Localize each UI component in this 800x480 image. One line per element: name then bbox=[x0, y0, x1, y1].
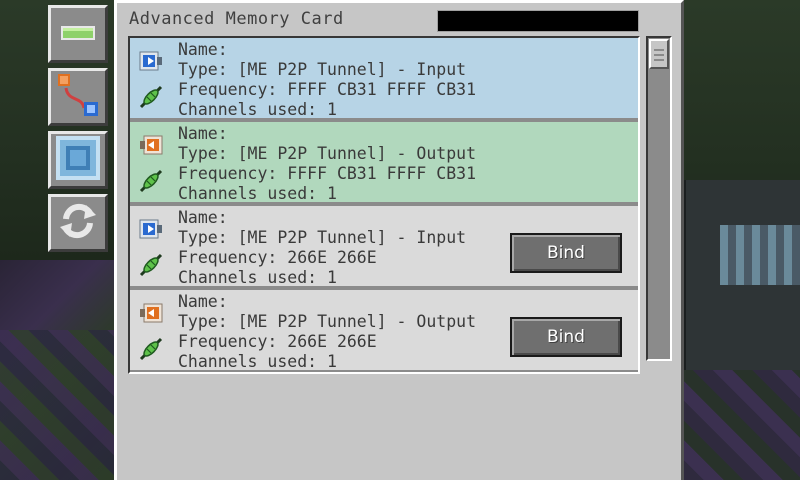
entry-frequency: Frequency: 266E 266E bbox=[178, 332, 377, 351]
link-mode-button[interactable] bbox=[48, 68, 108, 126]
bind-button[interactable]: Bind bbox=[510, 317, 622, 357]
tunnel-entry[interactable]: Name: Type: [ME P2P Tunnel] - Input Freq… bbox=[130, 38, 638, 120]
entry-type: Type: [ME P2P Tunnel] - Input bbox=[178, 60, 467, 79]
tunnel-entry[interactable]: Name: Type: [ME P2P Tunnel] - Output Fre… bbox=[130, 122, 638, 204]
tunnel-output-icon bbox=[139, 134, 163, 156]
frequency-icon bbox=[138, 84, 164, 110]
entry-type: Type: [ME P2P Tunnel] - Input bbox=[178, 228, 467, 247]
entry-channels: Channels used: 1 bbox=[178, 184, 337, 203]
p2p-link-icon bbox=[54, 70, 102, 124]
tunnel-input-icon bbox=[139, 218, 163, 240]
bar-icon bbox=[61, 25, 95, 44]
frequency-icon bbox=[138, 252, 164, 278]
entry-name: Name: bbox=[178, 40, 228, 59]
entry-type: Type: [ME P2P Tunnel] - Output bbox=[178, 312, 477, 331]
name-input[interactable] bbox=[437, 10, 639, 32]
terrain-block bbox=[0, 330, 115, 480]
entry-text: Name: Type: [ME P2P Tunnel] - Input Freq… bbox=[178, 208, 466, 288]
refresh-button[interactable] bbox=[48, 194, 108, 252]
machine-block bbox=[720, 225, 800, 285]
tunnel-list: Name: Type: [ME P2P Tunnel] - Input Freq… bbox=[128, 36, 640, 374]
entry-channels: Channels used: 1 bbox=[178, 268, 337, 287]
bind-button[interactable]: Bind bbox=[510, 233, 622, 273]
refresh-arrows-icon bbox=[56, 199, 100, 247]
entry-frequency: Frequency: FFFF CB31 FFFF CB31 bbox=[178, 80, 477, 99]
entry-name: Name: bbox=[178, 292, 228, 311]
entry-name: Name: bbox=[178, 208, 228, 227]
frequency-icon bbox=[138, 168, 164, 194]
tunnel-entry[interactable]: Name: Type: [ME P2P Tunnel] - Output Fre… bbox=[130, 290, 638, 372]
clear-button[interactable] bbox=[48, 5, 108, 63]
entry-channels: Channels used: 1 bbox=[178, 352, 337, 371]
tunnel-entry[interactable]: Name: Type: [ME P2P Tunnel] - Input Freq… bbox=[130, 206, 638, 288]
tunnel-output-icon bbox=[139, 302, 163, 324]
frequency-icon bbox=[138, 336, 164, 362]
memory-card-panel: Advanced Memory Card Name: Type: [ME P2P… bbox=[114, 0, 684, 480]
entry-name: Name: bbox=[178, 124, 228, 143]
scrollbar-thumb[interactable] bbox=[649, 39, 669, 69]
entry-text: Name: Type: [ME P2P Tunnel] - Input Freq… bbox=[178, 40, 476, 120]
entry-text: Name: Type: [ME P2P Tunnel] - Output Fre… bbox=[178, 124, 476, 204]
panel-title: Advanced Memory Card bbox=[129, 9, 344, 29]
glass-block-icon bbox=[56, 136, 100, 184]
entry-type: Type: [ME P2P Tunnel] - Output bbox=[178, 144, 477, 163]
entry-frequency: Frequency: 266E 266E bbox=[178, 248, 377, 267]
entry-channels: Channels used: 1 bbox=[178, 100, 337, 119]
terrain-block bbox=[684, 370, 800, 480]
glass-block-button[interactable] bbox=[48, 131, 108, 189]
entry-frequency: Frequency: FFFF CB31 FFFF CB31 bbox=[178, 164, 477, 183]
entry-text: Name: Type: [ME P2P Tunnel] - Output Fre… bbox=[178, 292, 476, 372]
scrollbar[interactable] bbox=[646, 36, 672, 361]
tunnel-input-icon bbox=[139, 50, 163, 72]
